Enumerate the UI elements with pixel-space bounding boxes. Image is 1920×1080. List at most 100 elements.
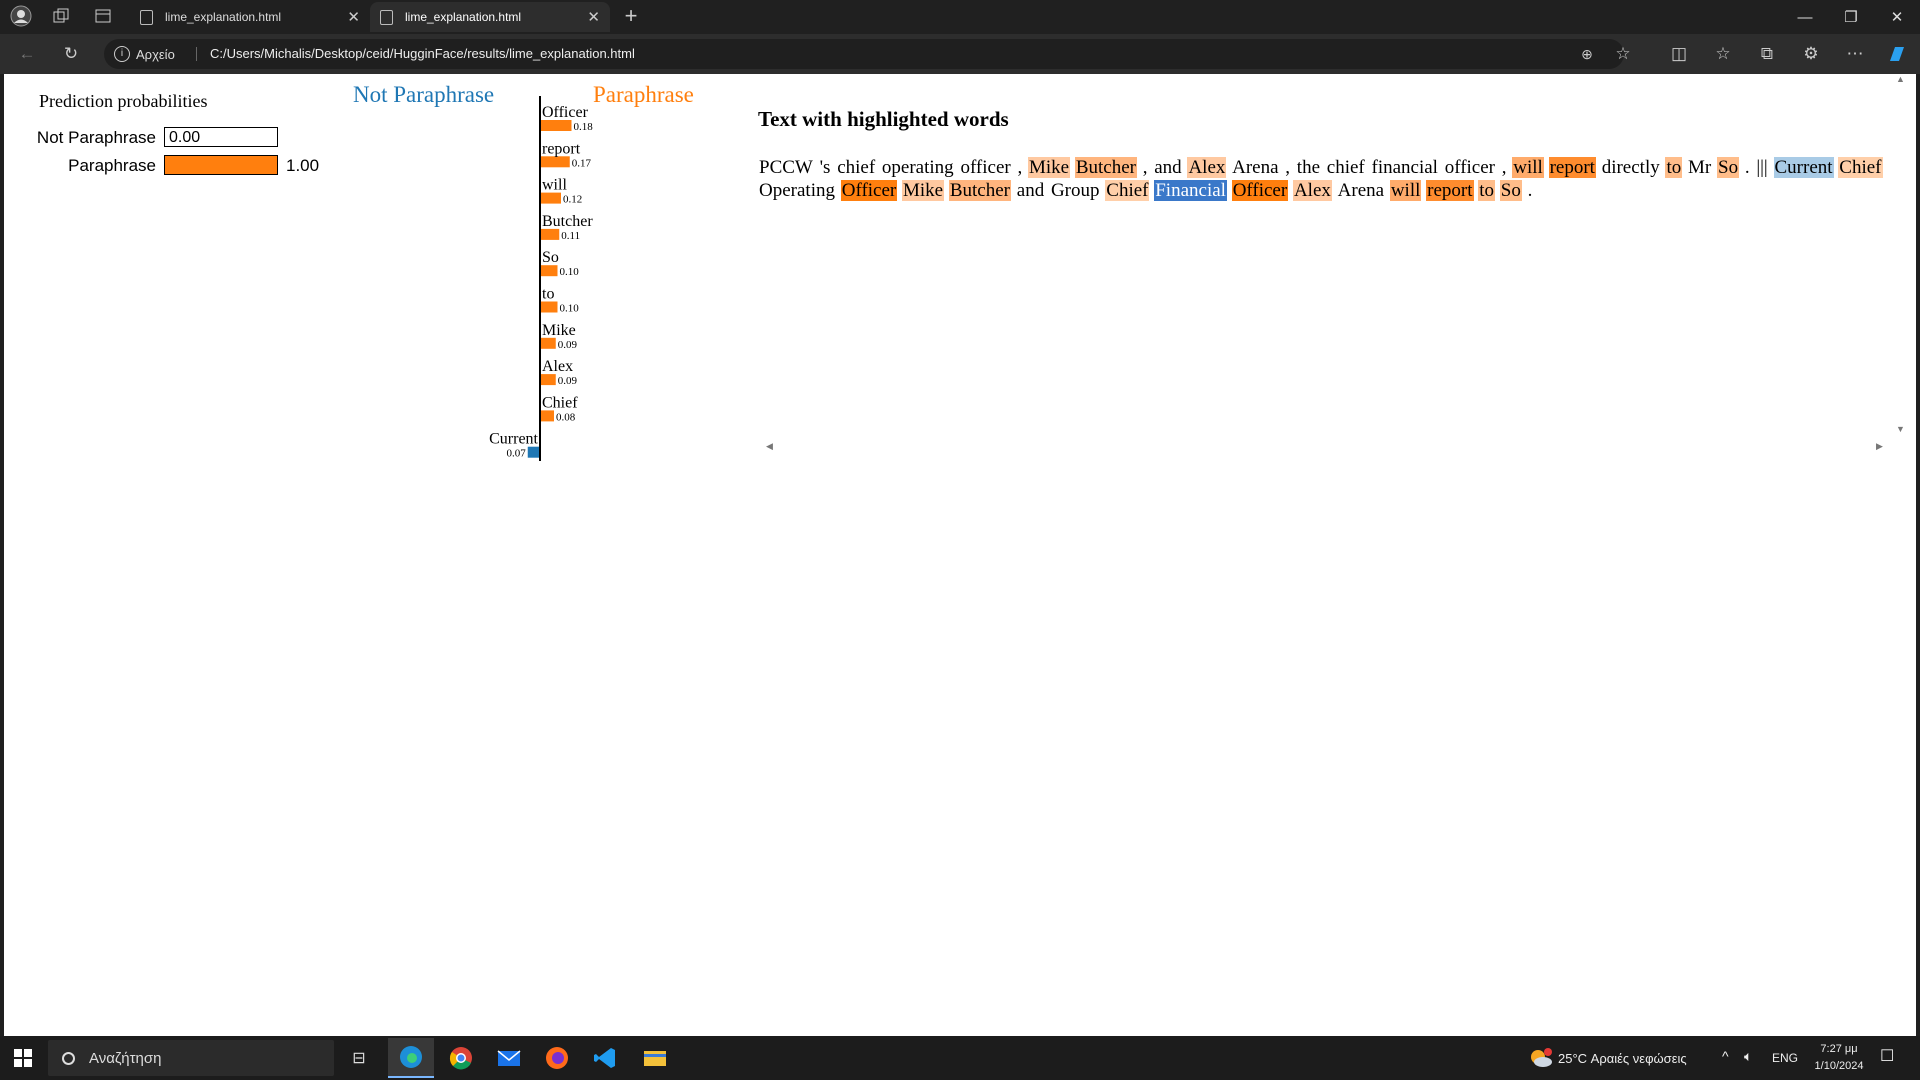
tab-lime-explanation-1[interactable]: lime_explanation.html ✕: [130, 2, 370, 32]
browser-toolbar: ← ↻ i Αρχείο C:/Users/Michalis/Desktop/c…: [0, 34, 1920, 74]
feature-value-label: 0.12: [563, 194, 582, 206]
file-explorer-icon[interactable]: [632, 1038, 678, 1078]
edge-app-icon[interactable]: [388, 1038, 434, 1078]
highlighted-text-body: PCCW 's chief operating officer , Mike B…: [758, 156, 1888, 202]
task-view-icon[interactable]: ⊟: [336, 1038, 382, 1078]
minimize-icon[interactable]: —: [1782, 0, 1828, 34]
text-word: ,: [1142, 157, 1148, 178]
text-word: ,: [1501, 157, 1507, 178]
close-window-icon[interactable]: ✕: [1874, 0, 1920, 34]
collections-icon[interactable]: ⧉: [1754, 42, 1780, 66]
text-word: |||: [1756, 157, 1768, 178]
search-icon: [62, 1051, 75, 1065]
highlighted-word: report: [1548, 157, 1596, 178]
workspaces-icon[interactable]: [48, 4, 74, 28]
text-word: ,: [1285, 157, 1291, 178]
split-screen-icon[interactable]: ◫: [1666, 42, 1692, 66]
text-word: Operating: [759, 180, 835, 201]
chrome-app-icon[interactable]: [438, 1038, 484, 1078]
highlighted-word: So: [1717, 157, 1740, 178]
scroll-up-arrow-icon[interactable]: ▲: [1896, 74, 1905, 84]
highlighted-word: Butcher: [1074, 157, 1137, 178]
text-word: the: [1296, 157, 1321, 178]
highlighted-word: Financial: [1154, 180, 1227, 201]
feature-value-label: 0.09: [558, 375, 578, 387]
highlighted-word: Chief: [1105, 180, 1150, 201]
tab-title: lime_explanation.html: [405, 10, 522, 24]
text-word: Mr: [1688, 157, 1712, 178]
search-placeholder: Αναζήτηση: [89, 1049, 162, 1067]
show-hidden-icons-icon[interactable]: ^: [1722, 1048, 1729, 1064]
feature-value-label: 0.08: [556, 411, 576, 423]
text-word: chief: [837, 157, 876, 178]
feature-value-label: 0.18: [574, 121, 594, 133]
page-icon: [380, 9, 393, 25]
copilot-icon[interactable]: [1884, 42, 1910, 66]
feature-label: Mike: [542, 322, 576, 339]
weather-text[interactable]: 25°C Αραιές νεφώσεις: [1558, 1051, 1687, 1066]
feature-value-label: 0.10: [560, 303, 580, 315]
highlighted-word: Mike: [1027, 157, 1071, 178]
text-word: 's: [819, 157, 831, 178]
feature-bar: [540, 301, 558, 313]
tab-title: lime_explanation.html: [165, 10, 282, 24]
text-word: directly: [1601, 157, 1660, 178]
profile-avatar-icon[interactable]: [8, 4, 34, 28]
close-tab-icon[interactable]: ✕: [587, 8, 600, 26]
favorite-star-icon[interactable]: ☆: [1610, 42, 1636, 66]
page-viewport: Prediction probabilities Not Paraphrase …: [4, 74, 1916, 1036]
mail-app-icon[interactable]: [486, 1038, 532, 1078]
highlighted-word: Officer: [840, 180, 898, 201]
refresh-icon[interactable]: ↻: [58, 42, 84, 66]
volume-icon[interactable]: 🔈︎: [1744, 1048, 1752, 1065]
language-indicator[interactable]: ENG: [1772, 1051, 1798, 1065]
clock-date[interactable]: 1/10/2024: [1808, 1060, 1870, 1072]
text-word: chief: [1326, 157, 1365, 178]
scroll-right-arrow-icon[interactable]: ▶: [1876, 441, 1883, 452]
feature-label: Butcher: [542, 213, 593, 230]
favorites-icon[interactable]: ☆: [1710, 42, 1736, 66]
feature-value-label: 0.09: [558, 339, 578, 351]
highlighted-word: Officer: [1231, 180, 1289, 201]
highlighted-word: to: [1478, 180, 1496, 201]
text-word: ,: [1017, 157, 1023, 178]
clock-time[interactable]: 7:27 μμ: [1814, 1043, 1864, 1055]
zoom-icon[interactable]: ⊕: [1574, 42, 1600, 66]
scroll-down-arrow-icon[interactable]: ▼: [1896, 424, 1905, 434]
text-word: officer: [1444, 157, 1496, 178]
text-word: financial: [1371, 157, 1438, 178]
feature-bar: [527, 446, 540, 458]
feature-value-label: 0.11: [561, 230, 580, 242]
scroll-left-arrow-icon[interactable]: ◀: [766, 441, 773, 452]
site-info-label: Αρχείο: [136, 46, 175, 62]
firefox-app-icon[interactable]: [534, 1038, 580, 1078]
divider: [196, 47, 197, 61]
horizontal-scrollbar[interactable]: ◀ ▶: [766, 441, 1886, 452]
back-icon[interactable]: ←: [14, 42, 40, 66]
new-tab-icon[interactable]: +: [618, 3, 644, 28]
notifications-icon[interactable]: ☐: [1880, 1046, 1894, 1066]
restore-icon[interactable]: ❐: [1828, 0, 1874, 34]
tab-lime-explanation-2[interactable]: lime_explanation.html ✕: [370, 2, 610, 32]
windows-taskbar: Αναζήτηση ⊟ 25°C Αραιές νεφώσεις ^ 🔈︎ EN…: [0, 1036, 1920, 1080]
feature-value-label: 0.07: [507, 448, 527, 460]
more-menu-icon[interactable]: ⋯: [1842, 42, 1868, 66]
windows-start-icon[interactable]: [0, 1038, 46, 1078]
text-word: .: [1527, 180, 1533, 201]
feature-bar: [540, 265, 558, 277]
url-text[interactable]: C:/Users/Michalis/Desktop/ceid/HugginFac…: [210, 46, 635, 61]
feature-bar: [540, 410, 554, 422]
highlighted-word: will: [1389, 180, 1422, 201]
feature-label: Current: [489, 431, 538, 448]
extensions-icon[interactable]: ⚙: [1798, 42, 1824, 66]
site-info-button[interactable]: i Αρχείο: [114, 46, 175, 62]
feature-label: will: [542, 177, 567, 194]
close-tab-icon[interactable]: ✕: [347, 8, 360, 26]
highlighted-word: to: [1665, 157, 1683, 178]
tab-actions-icon[interactable]: [90, 4, 116, 28]
feature-label: So: [542, 249, 559, 266]
text-word: and: [1154, 157, 1182, 178]
vscode-app-icon[interactable]: [582, 1038, 628, 1078]
taskbar-search[interactable]: Αναζήτηση: [48, 1040, 334, 1076]
address-bar[interactable]: i Αρχείο C:/Users/Michalis/Desktop/ceid/…: [104, 39, 1631, 69]
